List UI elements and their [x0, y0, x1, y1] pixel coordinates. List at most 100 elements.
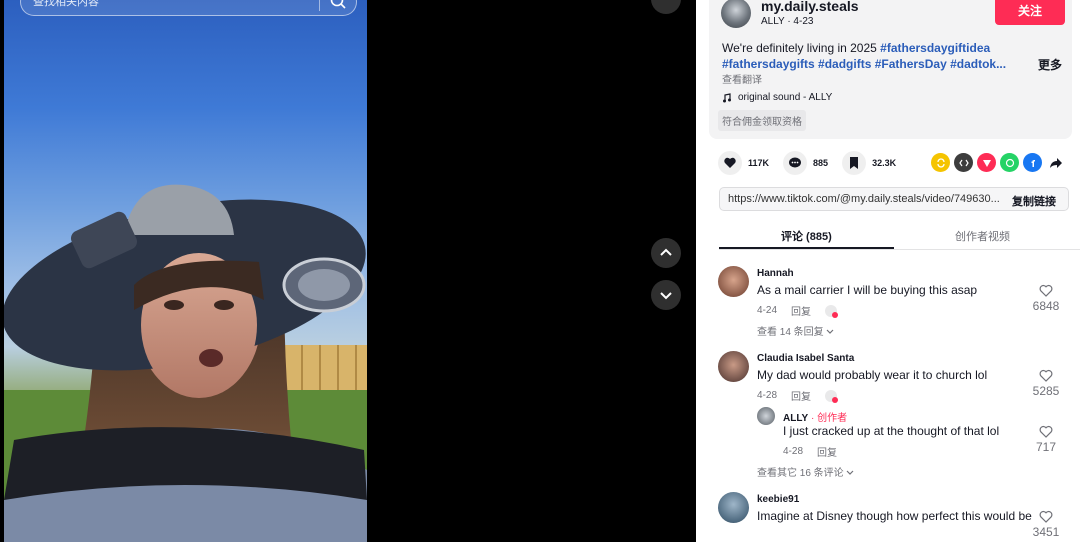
- reply-author[interactable]: ALLY · 创作者: [783, 409, 847, 424]
- copy-link-button[interactable]: 复制链接: [1012, 193, 1056, 209]
- chevron-down-icon: [660, 292, 672, 300]
- comment-item: Claudia Isabel Santa My dad would probab…: [718, 351, 1080, 481]
- view-more-label: 查看其它 16 条评论: [757, 468, 844, 479]
- comment-button[interactable]: 885: [783, 151, 828, 175]
- active-tab-indicator: [719, 247, 894, 249]
- creator-liked-icon: [825, 304, 839, 318]
- tab-creator-videos[interactable]: 创作者视频: [955, 228, 1010, 244]
- reply-button[interactable]: 回复: [791, 303, 811, 318]
- hashtag-links[interactable]: #fathersdaygifts #dadgifts #FathersDay #…: [722, 57, 1006, 71]
- commenter-name[interactable]: keebie91: [757, 494, 799, 505]
- bookmark-icon: [850, 157, 859, 169]
- sound-link[interactable]: original sound - ALLY: [722, 92, 832, 103]
- reply-meta: 4-28 回复: [783, 444, 837, 459]
- comment-meta: 4-28 回复: [757, 388, 839, 403]
- chevron-up-icon: [660, 248, 672, 256]
- share-arrow-icon[interactable]: [1046, 153, 1065, 172]
- comment-item: keebie91 Imagine at Disney though how pe…: [718, 492, 1080, 542]
- heart-outline-icon: [1039, 425, 1053, 438]
- facebook-icon[interactable]: [1023, 153, 1042, 172]
- save-count: 32.3K: [872, 158, 897, 168]
- comment-item: Hannah As a mail carrier I will be buyin…: [718, 266, 1080, 346]
- reply-avatar[interactable]: [757, 407, 775, 425]
- video-player[interactable]: 查找相关内容: [4, 0, 367, 542]
- follow-button[interactable]: 关注: [995, 0, 1065, 25]
- reply-date: 4-28: [783, 446, 804, 457]
- creator-liked-icon: [825, 389, 839, 403]
- comment-like-count: 6848: [1032, 299, 1060, 313]
- reply-item: ALLY · 创作者 I just cracked up at the thou…: [757, 407, 1057, 459]
- comment-like-button[interactable]: 6848: [1026, 284, 1066, 313]
- comment-text: My dad would probably wear it to church …: [757, 368, 988, 382]
- author-nickname-date: ALLY · 4-23: [761, 16, 814, 27]
- hashtag-link[interactable]: #fathersdaygiftidea: [880, 41, 990, 55]
- tiktok-video-page: 查找相关内容 my.daily.steals ALLY · 4-23 关注 We…: [0, 0, 1080, 542]
- author-username[interactable]: my.daily.steals: [761, 0, 859, 14]
- next-video-button[interactable]: [651, 280, 681, 310]
- video-url[interactable]: https://www.tiktok.com/@my.daily.steals/…: [728, 193, 1000, 205]
- comment-like-count: 3451: [1032, 525, 1060, 539]
- heart-outline-icon: [1039, 369, 1053, 382]
- like-button[interactable]: 117K: [718, 151, 769, 175]
- embed-icon[interactable]: [954, 153, 973, 172]
- panel-tabs: 评论 (885) 创作者视频: [719, 222, 1080, 250]
- search-divider: [319, 0, 320, 11]
- see-translation-link[interactable]: 查看翻译: [722, 71, 762, 86]
- video-info-card: my.daily.steals ALLY · 4-23 关注 We're def…: [709, 0, 1072, 139]
- comment-count: 885: [813, 158, 829, 168]
- reply-like-button[interactable]: 717: [1026, 425, 1066, 454]
- heart-outline-icon: [1039, 284, 1053, 297]
- commenter-avatar[interactable]: [718, 492, 749, 523]
- video-area: 查找相关内容: [0, 0, 696, 542]
- search-input[interactable]: 查找相关内容: [20, 0, 357, 16]
- video-description: We're definitely living in 2025 #fathers…: [722, 40, 1022, 72]
- more-button[interactable]: 更多: [1038, 56, 1062, 73]
- chevron-down-icon: [847, 470, 854, 475]
- comment-like-button[interactable]: 5285: [1026, 369, 1066, 398]
- comment-meta: 4-24 回复: [757, 303, 839, 318]
- video-link-box: https://www.tiktok.com/@my.daily.steals/…: [719, 187, 1069, 211]
- comment-like-count: 5285: [1032, 384, 1060, 398]
- commenter-avatar[interactable]: [718, 266, 749, 297]
- commenter-name[interactable]: Hannah: [757, 268, 794, 279]
- commenter-avatar[interactable]: [718, 351, 749, 382]
- reply-button[interactable]: 回复: [791, 388, 811, 403]
- video-frame-image: [4, 184, 367, 542]
- close-button[interactable]: [651, 0, 681, 14]
- view-replies-button[interactable]: 查看 14 条回复: [757, 323, 834, 338]
- comment-text: As a mail carrier I will be buying this …: [757, 283, 978, 297]
- engagement-stats: 117K 885 32.3K: [718, 151, 910, 175]
- comment-like-button[interactable]: 3451: [1026, 510, 1066, 539]
- comment-date: 4-28: [757, 390, 778, 401]
- reply-button[interactable]: 回复: [817, 444, 837, 459]
- music-note-icon: [723, 92, 731, 102]
- comment-date: 4-24: [757, 305, 778, 316]
- tab-comments[interactable]: 评论 (885): [781, 228, 832, 244]
- whatsapp-icon[interactable]: [1000, 153, 1019, 172]
- send-icon[interactable]: [977, 153, 996, 172]
- reply-author-name: ALLY: [783, 413, 809, 424]
- previous-video-button[interactable]: [651, 238, 681, 268]
- creator-tag: · 创作者: [808, 413, 848, 424]
- sound-name: original sound - ALLY: [738, 92, 833, 103]
- like-count: 117K: [748, 158, 770, 168]
- description-text: We're definitely living in 2025: [722, 41, 881, 55]
- reply-text: I just cracked up at the thought of that…: [783, 424, 1000, 438]
- commenter-name[interactable]: Claudia Isabel Santa: [757, 353, 854, 364]
- author-avatar[interactable]: [721, 0, 751, 28]
- heart-icon: [724, 157, 736, 168]
- chevron-down-icon: [827, 329, 834, 334]
- comment-icon: [789, 157, 802, 168]
- comment-text: Imagine at Disney though how perfect thi…: [757, 509, 1032, 523]
- share-options: [931, 153, 1065, 172]
- save-button[interactable]: 32.3K: [842, 151, 896, 175]
- search-icon[interactable]: [328, 0, 348, 11]
- search-placeholder: 查找相关内容: [33, 0, 99, 8]
- heart-outline-icon: [1039, 510, 1053, 523]
- repost-icon[interactable]: [931, 153, 950, 172]
- view-more-comments-button[interactable]: 查看其它 16 条评论: [757, 464, 854, 479]
- commission-eligible-badge: 符合佣金领取资格: [718, 110, 806, 131]
- reply-like-count: 717: [1035, 440, 1057, 454]
- details-panel: my.daily.steals ALLY · 4-23 关注 We're def…: [696, 0, 1080, 542]
- view-replies-label: 查看 14 条回复: [757, 327, 824, 338]
